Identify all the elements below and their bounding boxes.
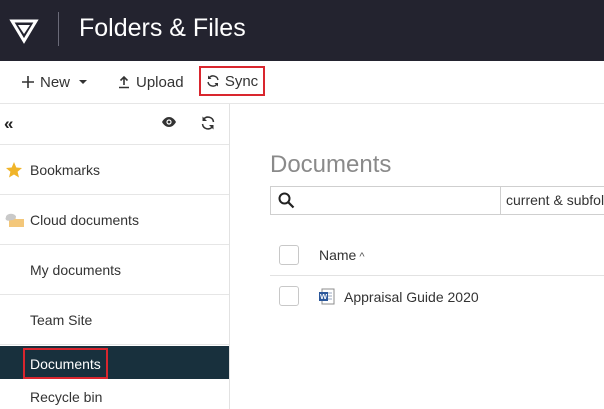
word-document-icon: W	[319, 288, 335, 305]
sidebar-item-documents[interactable]: Documents	[0, 346, 229, 379]
file-name-link[interactable]: Appraisal Guide 2020	[344, 289, 479, 305]
app-logo-icon[interactable]	[9, 15, 39, 45]
header-divider	[270, 275, 604, 276]
sidebar: « Bookmarks Cloud documents My documents…	[0, 104, 230, 409]
column-header-name[interactable]: Name ^	[319, 247, 365, 263]
row-checkbox[interactable]	[279, 286, 299, 306]
cloud-folder-icon	[5, 213, 24, 227]
sidebar-header: «	[0, 104, 229, 145]
sidebar-item-label: My documents	[30, 261, 122, 278]
search-scope-select[interactable]: current & subfol	[500, 187, 604, 214]
sort-ascending-icon: ^	[359, 251, 365, 263]
folder-title: Documents	[270, 151, 392, 178]
sync-button[interactable]: Sync	[199, 66, 265, 96]
search-bar: current & subfol	[270, 186, 604, 215]
new-button[interactable]: New	[21, 69, 88, 95]
select-all-checkbox[interactable]	[279, 245, 299, 265]
toolbar: New Upload Sync	[0, 61, 604, 104]
sync-label: Sync	[224, 72, 259, 90]
sidebar-item-label: Documents	[23, 348, 108, 379]
app-header: Folders & Files	[0, 0, 604, 61]
upload-button[interactable]: Upload	[117, 69, 184, 95]
header-divider	[58, 12, 59, 46]
sidebar-item-label: Bookmarks	[30, 161, 101, 178]
eye-icon[interactable]	[161, 116, 177, 128]
upload-label: Upload	[136, 73, 184, 91]
sidebar-item-team-site[interactable]: Team Site	[0, 295, 229, 345]
star-icon	[6, 161, 22, 177]
new-label: New	[40, 73, 71, 91]
column-header-label: Name	[319, 247, 357, 263]
sidebar-item-bookmarks[interactable]: Bookmarks	[0, 145, 229, 195]
refresh-icon[interactable]	[200, 115, 216, 131]
plus-icon	[22, 76, 34, 88]
sidebar-item-label: Team Site	[30, 311, 93, 328]
page-title: Folders & Files	[79, 14, 246, 42]
collapse-sidebar-button[interactable]: «	[4, 114, 13, 134]
svg-text:W: W	[320, 292, 328, 301]
search-input[interactable]	[301, 189, 500, 213]
sync-icon	[207, 75, 219, 87]
sidebar-item-cloud-documents[interactable]: Cloud documents	[0, 195, 229, 245]
sidebar-item-recycle-bin[interactable]: Recycle bin	[30, 389, 102, 405]
sidebar-item-my-documents[interactable]: My documents	[0, 245, 229, 295]
sidebar-item-label: Cloud documents	[30, 211, 139, 228]
caret-down-icon	[79, 80, 88, 84]
upload-icon	[119, 75, 129, 89]
search-icon[interactable]	[278, 192, 295, 209]
